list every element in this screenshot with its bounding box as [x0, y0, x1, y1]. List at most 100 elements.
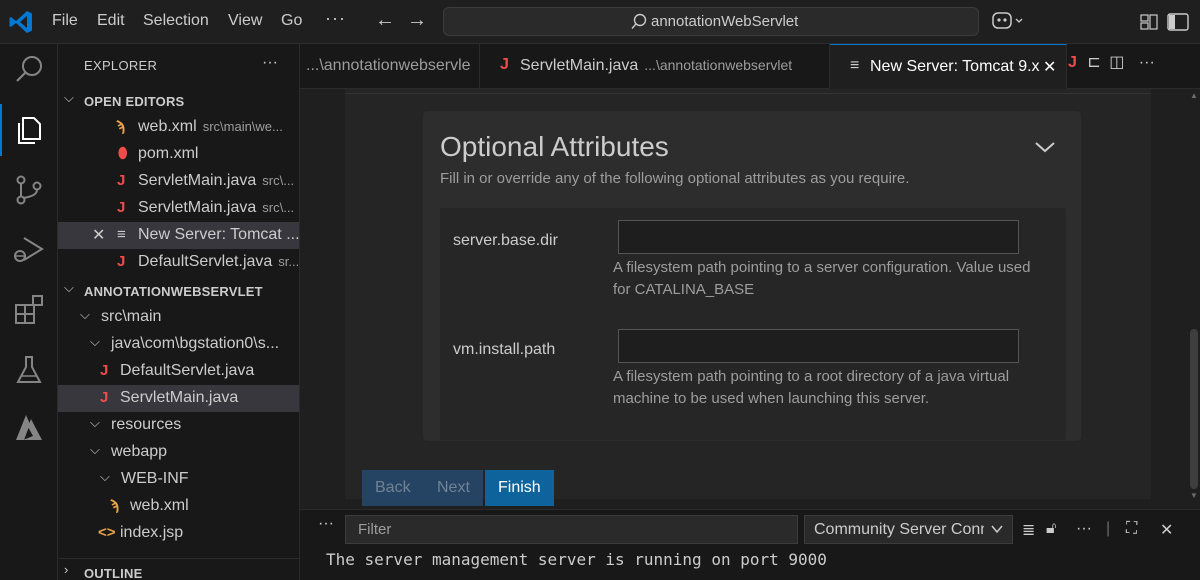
panel-more-actions-icon[interactable]: ···	[1076, 520, 1092, 538]
tree-label: resources	[111, 416, 182, 433]
project-section[interactable]: ⌵ ANNOTATIONWEBSERVLET	[58, 277, 299, 304]
editor-actions[interactable]: J ⊏ ◫ ···	[1068, 52, 1155, 72]
tree-file[interactable]: ϡ web.xml	[58, 493, 299, 520]
section-title: Optional Attributes	[440, 131, 669, 162]
open-editors-section[interactable]: ⌵ OPEN EDITORS	[58, 87, 299, 114]
back-arrow-icon[interactable]: ←	[375, 9, 395, 32]
chevron-down-icon: ⌵	[90, 415, 100, 430]
tab-servletmain[interactable]: J ServletMain.java ...\annotationwebservl…	[480, 44, 830, 89]
layout-editor-icon[interactable]: ◫	[1109, 54, 1124, 71]
open-editors-title: OPEN EDITORS	[84, 94, 185, 109]
code-icon: <>	[98, 524, 116, 541]
extensions-icon[interactable]	[11, 292, 47, 328]
search-icon	[631, 13, 647, 29]
maximize-panel-icon[interactable]: ⛶	[1126, 520, 1137, 538]
outline-section[interactable]: › OUTLINE	[58, 558, 299, 580]
split-editor-icon[interactable]: ⊏	[1087, 54, 1100, 71]
section-subtitle: Fill in or override any of the following…	[440, 170, 910, 187]
finish-button[interactable]: Finish	[485, 470, 554, 506]
pin-icon: ⬮	[118, 145, 128, 162]
tree-label: DefaultServlet.java	[120, 362, 255, 379]
tree-file-selected[interactable]: J ServletMain.java	[58, 385, 299, 412]
open-editor-item[interactable]: J ServletMain.java src\...	[58, 195, 299, 222]
tab-new-server[interactable]: ≡ New Server: Tomcat 9.x ✕	[830, 44, 1067, 89]
menu-selection[interactable]: Selection	[143, 12, 209, 30]
menu-edit[interactable]: Edit	[97, 12, 125, 30]
open-editor-item[interactable]: ϡ web.xml src\main\we...	[58, 114, 299, 141]
chevron-down-icon: ⌵	[64, 90, 74, 105]
forward-arrow-icon[interactable]: →	[407, 9, 427, 32]
tab-annotationwebservlet[interactable]: ...\annotationwebservle	[300, 44, 480, 89]
back-button[interactable]: Back	[362, 470, 424, 506]
close-icon[interactable]: ✕	[1043, 57, 1056, 77]
open-editor-name: New Server: Tomcat ...	[138, 226, 300, 243]
tree-folder[interactable]: ⌵ WEB-INF	[58, 466, 299, 493]
explorer-header: EXPLORER	[84, 58, 158, 73]
editor-scrollbar[interactable]: ▲ ▼	[1188, 89, 1200, 509]
menu-file[interactable]: File	[52, 12, 78, 30]
open-editor-name: pom.xml	[138, 145, 199, 162]
more-actions-icon[interactable]: ···	[1139, 54, 1155, 71]
tab-desc: ...\annotationwebservlet	[644, 57, 793, 73]
tree-file[interactable]: J DefaultServlet.java	[58, 358, 299, 385]
output-channel-select[interactable]: Community Server Connector	[804, 515, 1013, 544]
scroll-up-icon[interactable]: ▲	[1190, 91, 1198, 100]
tree-label: java\com\bgstation0\s...	[111, 335, 280, 352]
java-action-icon[interactable]: J	[1068, 54, 1077, 71]
panel-more-icon[interactable]: ···	[318, 515, 334, 533]
java-icon: J	[117, 172, 126, 189]
vm-install-path-input[interactable]	[618, 329, 1019, 363]
open-editor-item-active[interactable]: ✕ ≡ New Server: Tomcat ...	[58, 222, 300, 249]
editor-tabs: ...\annotationwebservle J ServletMain.ja…	[300, 44, 1200, 89]
explorer-icon[interactable]	[11, 112, 47, 148]
tree-folder[interactable]: ⌵ webapp	[58, 439, 299, 466]
menu-go[interactable]: Go	[281, 12, 302, 30]
close-panel-icon[interactable]: ✕	[1160, 520, 1173, 540]
open-editor-item[interactable]: ⬮ pom.xml	[58, 141, 299, 168]
open-editor-item[interactable]: J DefaultServlet.java sr...	[58, 249, 299, 276]
scroll-down-icon[interactable]: ▼	[1190, 491, 1198, 500]
optional-attributes-card: Optional Attributes Fill in or override …	[423, 111, 1081, 441]
open-editor-item[interactable]: J ServletMain.java src\...	[58, 168, 299, 195]
source-control-icon[interactable]	[11, 172, 47, 208]
tree-file[interactable]: <> index.jsp	[58, 520, 299, 547]
scrollbar-thumb[interactable]	[1190, 329, 1198, 489]
menu-view[interactable]: View	[228, 12, 262, 30]
lock-icon[interactable]: 🔓︎	[1046, 520, 1056, 538]
output-filter-input[interactable]	[345, 515, 798, 544]
java-icon: J	[500, 56, 509, 73]
explorer-sidebar: EXPLORER ··· ⌵ OPEN EDITORS ϡ web.xml src…	[58, 44, 300, 580]
tab-label: ...\annotationwebservle	[306, 57, 471, 74]
list-icon: ≡	[850, 57, 860, 74]
next-button[interactable]: Next	[424, 470, 483, 506]
rss-icon: ϡ	[116, 118, 126, 135]
tree-label: WEB-INF	[121, 470, 189, 487]
more-menu-icon[interactable]: ···	[325, 8, 346, 29]
run-debug-icon[interactable]	[11, 232, 47, 268]
chevron-down-icon[interactable]	[1033, 135, 1057, 159]
tree-folder[interactable]: ⌵ resources	[58, 412, 299, 439]
java-icon: J	[117, 253, 126, 270]
activity-bar	[0, 44, 58, 580]
java-icon: J	[100, 389, 109, 406]
copilot-icon[interactable]	[990, 10, 1026, 32]
explorer-more-icon[interactable]: ···	[262, 54, 278, 72]
layout-toggle-icon[interactable]	[1140, 11, 1192, 33]
tree-folder[interactable]: ⌵ java\com\bgstation0\s...	[58, 331, 299, 358]
tab-label: New Server: Tomcat 9.x	[870, 58, 1040, 75]
azure-icon[interactable]	[11, 410, 47, 446]
chevron-down-icon: ⌵	[80, 307, 90, 322]
server-base-dir-input[interactable]	[618, 220, 1019, 254]
testing-icon[interactable]	[11, 352, 47, 388]
tab-label: ServletMain.java	[520, 57, 639, 74]
search-icon[interactable]	[11, 52, 47, 88]
close-icon[interactable]: ✕	[92, 225, 105, 245]
word-wrap-icon[interactable]: ≣	[1022, 520, 1035, 540]
java-icon: J	[117, 199, 126, 216]
tree-folder[interactable]: ⌵ src\main	[58, 304, 299, 331]
command-center-search[interactable]: annotationWebServlet	[443, 7, 979, 36]
tree-label: index.jsp	[120, 524, 184, 541]
open-editor-name: DefaultServlet.java	[138, 253, 273, 270]
vscode-logo-icon[interactable]	[8, 9, 34, 35]
attribute-help: A filesystem path pointing to a server c…	[613, 259, 1031, 298]
